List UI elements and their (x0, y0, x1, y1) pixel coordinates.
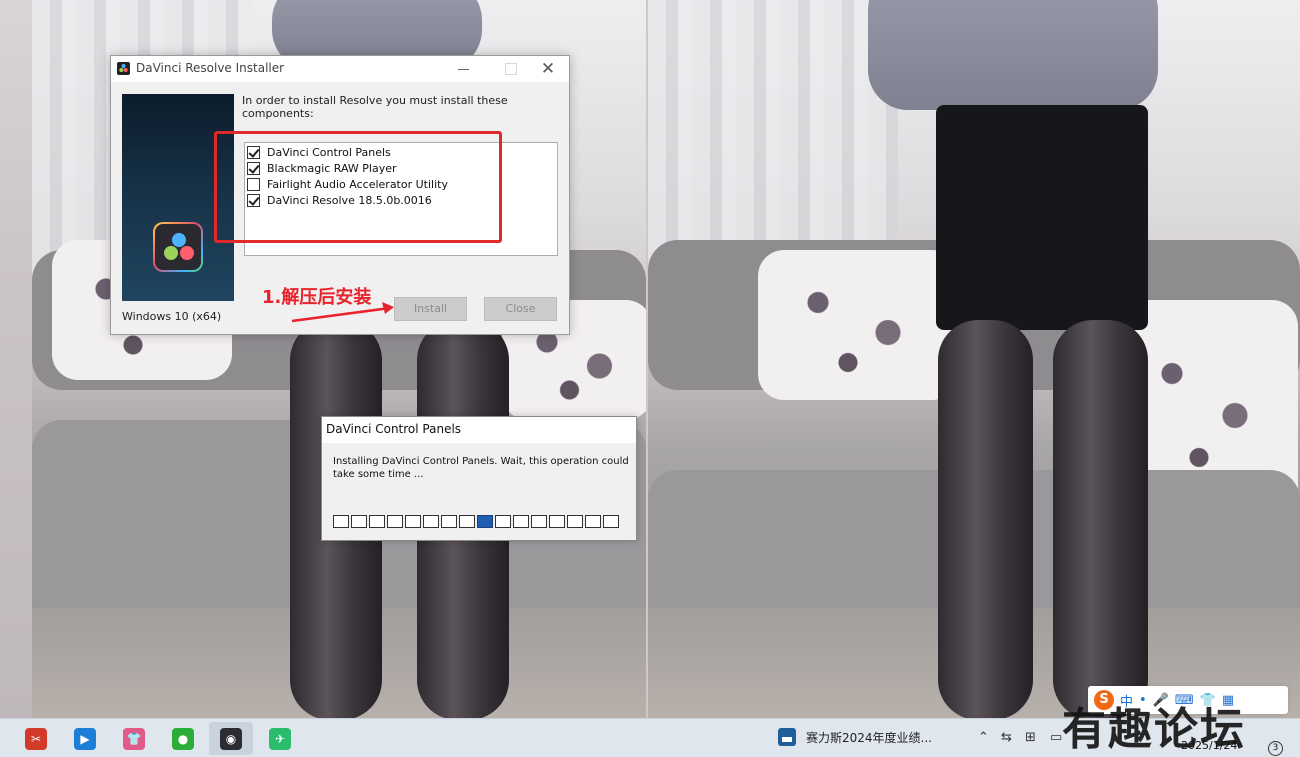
taskbar-news-widget[interactable]: 赛力斯2024年度业绩... (778, 728, 932, 746)
settings-icon[interactable]: ⇆ (1001, 730, 1012, 745)
resolve-icon: ◉ (220, 727, 242, 750)
install-prompt: In order to install Resolve you must ins… (242, 94, 508, 120)
watermark-text: 有趣论坛 (1062, 704, 1246, 755)
taskbar-app-resolve[interactable]: ◉ (209, 722, 253, 755)
progress-segment (333, 515, 349, 528)
notification-badge[interactable]: 3 (1268, 741, 1283, 756)
taskbar-app-wechat[interactable]: ● (161, 722, 205, 755)
progress-segment (603, 515, 619, 528)
progress-segment (531, 515, 547, 528)
progress-dialog: DaVinci Control Panels Installing DaVinc… (321, 416, 637, 541)
annotation-highlight-box (214, 131, 502, 243)
pillow (758, 250, 958, 400)
person-torso (868, 0, 1158, 110)
progress-segment (405, 515, 421, 528)
close-icon[interactable]: ✕ (531, 56, 565, 82)
progress-segment (423, 515, 439, 528)
progress-segment (585, 515, 601, 528)
taskbar-app-shirt[interactable]: 👕 (112, 722, 156, 755)
installer-title: DaVinci Resolve Installer (136, 61, 285, 75)
minimize-button[interactable] (446, 56, 480, 82)
leg (1053, 320, 1148, 718)
resolve-app-icon (117, 62, 130, 75)
progress-dialog-title: DaVinci Control Panels (322, 417, 636, 443)
progress-segment (459, 515, 475, 528)
progress-segment (513, 515, 529, 528)
video-frame-right (648, 0, 1300, 718)
progress-segment (441, 515, 457, 528)
play-icon: ▶ (74, 727, 96, 750)
progress-segment (477, 515, 493, 528)
progress-segment (351, 515, 367, 528)
left-strip (0, 0, 32, 718)
wechat-icon: ● (172, 727, 194, 750)
annotation-arrow-icon (291, 302, 394, 323)
chevron-up-icon[interactable]: ⌃ (978, 730, 989, 745)
send-icon: ✈ (269, 727, 291, 750)
maximize-button[interactable] (494, 56, 528, 82)
install-button[interactable]: Install (394, 297, 467, 321)
progress-bar (333, 515, 619, 528)
progress-segment (495, 515, 511, 528)
os-label: Windows 10 (x64) (122, 310, 222, 323)
installer-titlebar[interactable]: DaVinci Resolve Installer ✕ (111, 56, 569, 82)
display-icon[interactable]: ▭ (1050, 730, 1062, 745)
resolve-logo-icon (153, 222, 203, 272)
news-icon (778, 728, 796, 746)
progress-segment (567, 515, 583, 528)
shirt-icon: 👕 (123, 727, 145, 750)
leg (938, 320, 1033, 718)
scissors-icon: ✂ (25, 727, 47, 750)
progress-segment (369, 515, 385, 528)
close-button[interactable]: Close (484, 297, 557, 321)
progress-message: Installing DaVinci Control Panels. Wait,… (333, 456, 629, 480)
taskbar-app-blue[interactable]: ▶ (63, 722, 107, 755)
taskbar-app-red[interactable]: ✂ (14, 722, 58, 755)
news-text: 赛力斯2024年度业绩... (806, 730, 932, 745)
network-icon[interactable]: ⊞ (1025, 730, 1036, 745)
progress-segment (549, 515, 565, 528)
taskbar-app-green[interactable]: ✈ (258, 722, 302, 755)
progress-segment (387, 515, 403, 528)
skirt (936, 105, 1148, 330)
